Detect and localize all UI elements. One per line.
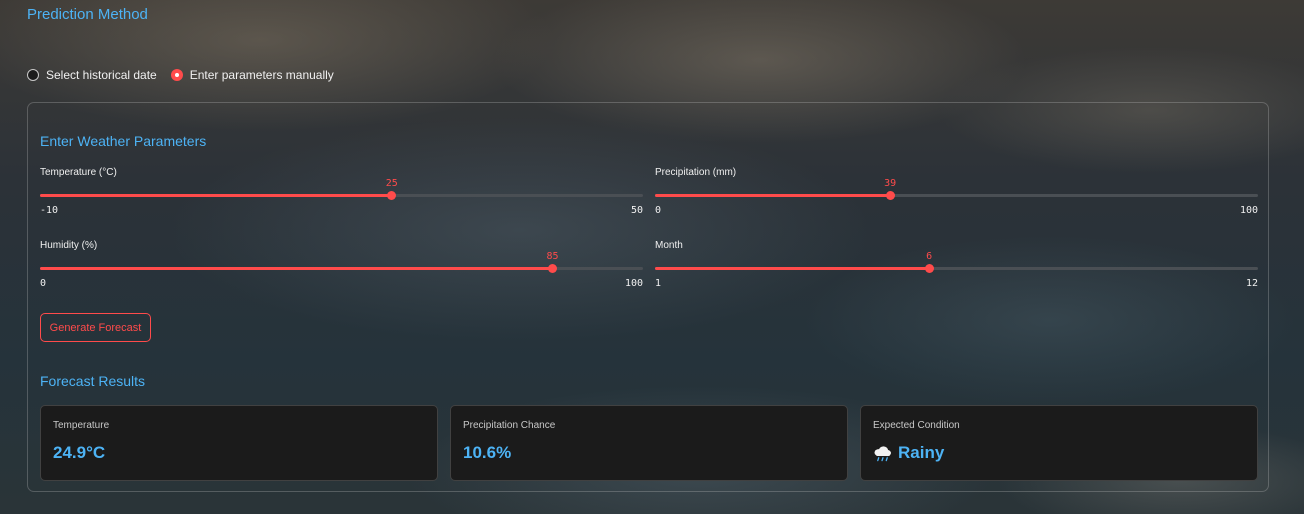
slider-label: Temperature (°C) xyxy=(40,167,117,178)
slider-value: 85 xyxy=(546,251,559,262)
humidity-slider: Humidity (%) 85 0 100 xyxy=(40,240,643,300)
radio-manual-parameters[interactable]: Enter parameters manually xyxy=(170,68,334,82)
slider-fill xyxy=(40,194,392,197)
slider-track[interactable] xyxy=(655,191,1258,200)
radio-label: Select historical date xyxy=(46,68,157,82)
slider-min: 0 xyxy=(655,205,662,216)
month-slider: Month 6 1 12 xyxy=(655,240,1258,300)
slider-min: 1 xyxy=(655,278,662,289)
expected-condition-value: Rainy xyxy=(898,443,945,462)
slider-thumb[interactable] xyxy=(885,191,895,200)
radio-checked-icon xyxy=(170,69,183,81)
slider-label: Precipitation (mm) xyxy=(655,167,737,178)
forecast-results-title: Forecast Results xyxy=(40,373,146,389)
weather-parameters-title: Enter Weather Parameters xyxy=(40,133,207,149)
card-label: Expected Condition xyxy=(873,420,960,431)
slider-min: -10 xyxy=(40,205,59,216)
slider-track[interactable] xyxy=(40,191,643,200)
slider-label: Humidity (%) xyxy=(40,240,98,251)
slider-thumb[interactable] xyxy=(387,191,397,200)
slider-thumb[interactable] xyxy=(548,264,558,273)
slider-fill xyxy=(655,194,891,197)
prediction-method-title: Prediction Method xyxy=(27,6,148,23)
slider-thumb[interactable] xyxy=(924,264,934,273)
card-value: 24.9°C xyxy=(53,443,105,463)
radio-label: Enter parameters manually xyxy=(189,68,334,82)
card-value: 10.6% xyxy=(463,443,511,463)
slider-label: Month xyxy=(655,240,683,251)
expected-condition-card: Expected Condition Rainy xyxy=(860,405,1258,481)
prediction-method-radio-group: Select historical date Enter parameters … xyxy=(27,68,334,82)
temperature-value: 24.9°C xyxy=(53,443,106,462)
slider-value: 6 xyxy=(926,251,933,262)
temperature-result-card: Temperature 24.9°C xyxy=(40,405,438,481)
card-value: Rainy xyxy=(873,443,944,463)
slider-max: 100 xyxy=(624,278,643,289)
slider-max: 100 xyxy=(1239,205,1258,216)
card-label: Precipitation Chance xyxy=(463,420,556,431)
weather-parameters-panel: Enter Weather Parameters Temperature (°C… xyxy=(27,102,1269,492)
slider-max: 50 xyxy=(630,205,643,216)
precipitation-chance-value: 10.6% xyxy=(463,443,512,462)
slider-fill xyxy=(40,267,553,270)
generate-forecast-button[interactable]: Generate Forecast xyxy=(40,313,151,342)
slider-fill xyxy=(655,267,930,270)
rain-cloud-icon xyxy=(874,445,891,461)
precipitation-slider: Precipitation (mm) 39 0 100 xyxy=(655,167,1258,227)
radio-unchecked-icon xyxy=(27,69,39,81)
card-label: Temperature xyxy=(53,420,110,431)
slider-track[interactable] xyxy=(655,264,1258,273)
slider-min: 0 xyxy=(40,278,47,289)
precipitation-chance-card: Precipitation Chance 10.6% xyxy=(450,405,848,481)
radio-historical-date[interactable]: Select historical date xyxy=(27,68,157,82)
slider-track[interactable] xyxy=(40,264,643,273)
temperature-slider: Temperature (°C) 25 -10 50 xyxy=(40,167,643,227)
slider-value: 25 xyxy=(385,178,398,189)
slider-value: 39 xyxy=(884,178,897,189)
slider-max: 12 xyxy=(1245,278,1258,289)
